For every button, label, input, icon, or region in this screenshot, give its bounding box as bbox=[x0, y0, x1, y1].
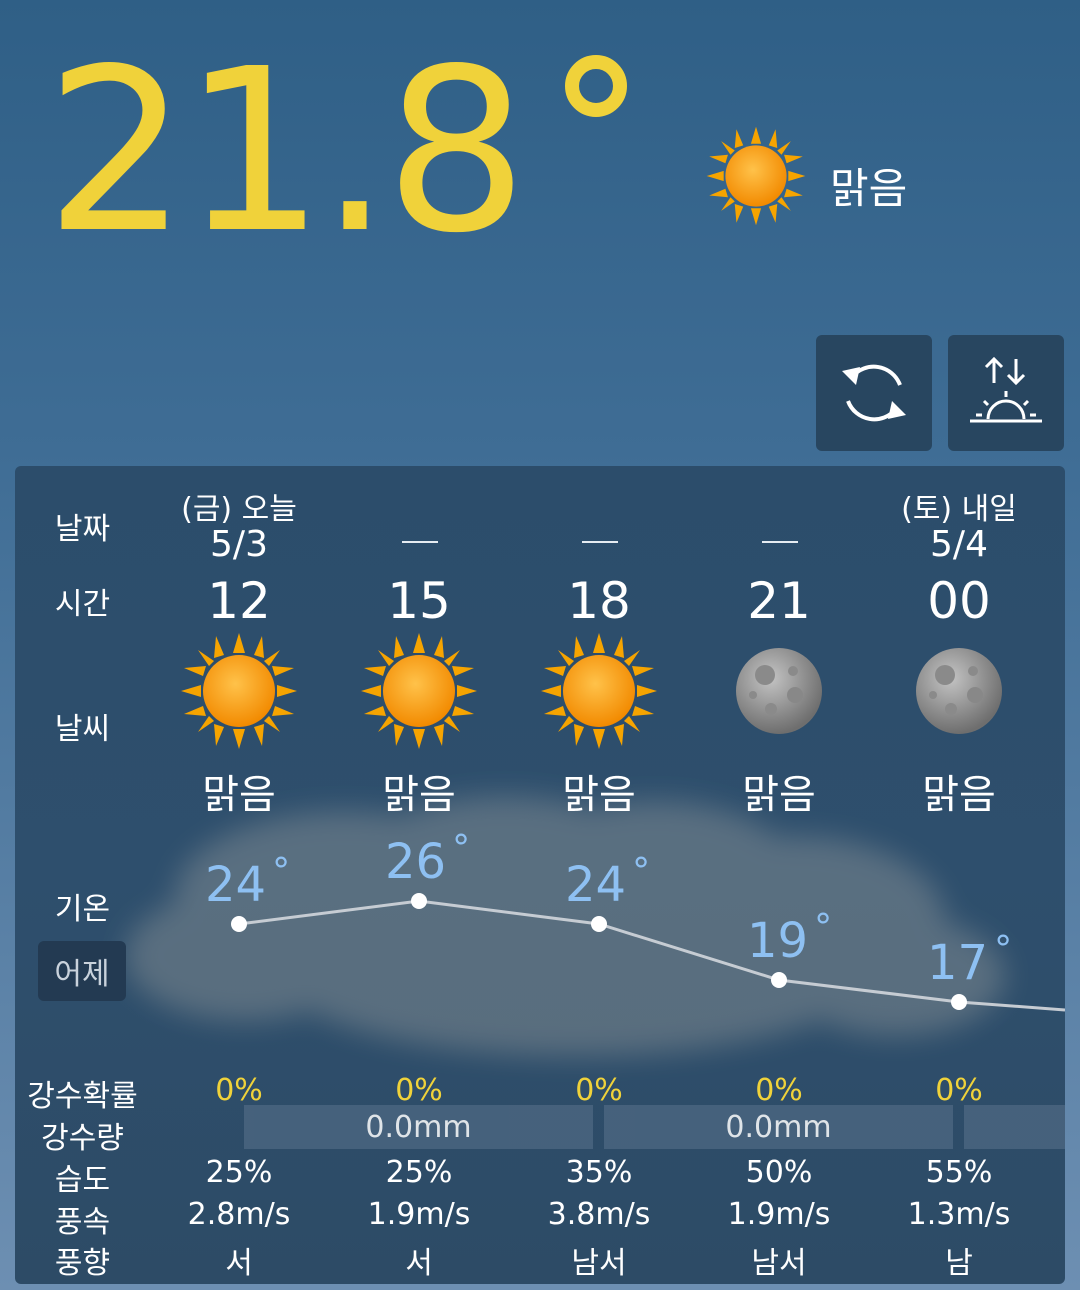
sunrise-sunset-icon bbox=[970, 356, 1042, 423]
wind-direction-value: 남 bbox=[945, 1246, 973, 1281]
temp-value: 24 ° bbox=[205, 851, 291, 913]
rain-amount-bar: 0.0mm bbox=[244, 1105, 593, 1149]
refresh-icon bbox=[842, 364, 906, 422]
sunrise-sunset-button[interactable] bbox=[948, 335, 1064, 451]
rain-probability: 0% bbox=[935, 1073, 983, 1108]
wind-direction-value: 서 bbox=[225, 1246, 253, 1281]
humidity-value: 25% bbox=[205, 1155, 273, 1190]
label-wind-speed: 풍속 bbox=[54, 1205, 111, 1240]
humidity-value: 55% bbox=[925, 1155, 993, 1190]
wind-direction-value: 남서 bbox=[751, 1246, 807, 1281]
rain-probability: 0% bbox=[755, 1073, 803, 1108]
humidity-value: 25% bbox=[385, 1155, 453, 1190]
wind-speed-value: 2.8m/s bbox=[187, 1197, 291, 1232]
rain-probability: 0% bbox=[215, 1073, 263, 1108]
rain-probability: 0% bbox=[395, 1073, 443, 1108]
current-condition: 맑음 bbox=[830, 164, 908, 213]
refresh-button[interactable] bbox=[816, 335, 932, 451]
wind-speed-value: 1.9m/s bbox=[367, 1197, 471, 1232]
temp-point bbox=[411, 893, 427, 909]
humidity-value: 35% bbox=[565, 1155, 633, 1190]
temp-point bbox=[231, 916, 247, 932]
temp-point bbox=[771, 972, 787, 988]
rain-amount-bar: 0.0mm bbox=[604, 1105, 953, 1149]
wind-speed-value: 1.9m/s bbox=[727, 1197, 831, 1232]
label-humidity: 습도 bbox=[54, 1163, 111, 1198]
label-wind-direction: 풍향 bbox=[54, 1246, 111, 1281]
label-rain-probability: 강수확률 bbox=[27, 1079, 138, 1114]
temp-value: 24 ° bbox=[565, 851, 651, 913]
temp-point bbox=[591, 916, 607, 932]
humidity-value: 50% bbox=[745, 1155, 813, 1190]
degree-symbol-icon bbox=[565, 55, 627, 117]
forecast-panel[interactable]: 날짜 시간 날씨 기온 어제 (금) 오늘 5/3 12 맑음 15 맑음 18… bbox=[15, 466, 1065, 1284]
wind-speed-value: 3.8m/s bbox=[547, 1197, 651, 1232]
temp-value: 19 ° bbox=[747, 907, 833, 969]
wind-direction-value: 서 bbox=[405, 1246, 433, 1281]
wind-speed-value: 1.3m/s bbox=[907, 1197, 1011, 1232]
temp-value: 26 ° bbox=[385, 828, 471, 890]
temp-point bbox=[951, 994, 967, 1010]
current-temperature: 21.8 bbox=[45, 21, 528, 283]
temp-value: 17 ° bbox=[927, 929, 1013, 991]
rain-amount-bar bbox=[964, 1105, 1065, 1149]
rain-probability: 0% bbox=[575, 1073, 623, 1108]
sun-icon bbox=[706, 126, 806, 226]
wind-direction-value: 남서 bbox=[571, 1246, 627, 1281]
label-rain-amount: 강수량 bbox=[41, 1121, 124, 1156]
